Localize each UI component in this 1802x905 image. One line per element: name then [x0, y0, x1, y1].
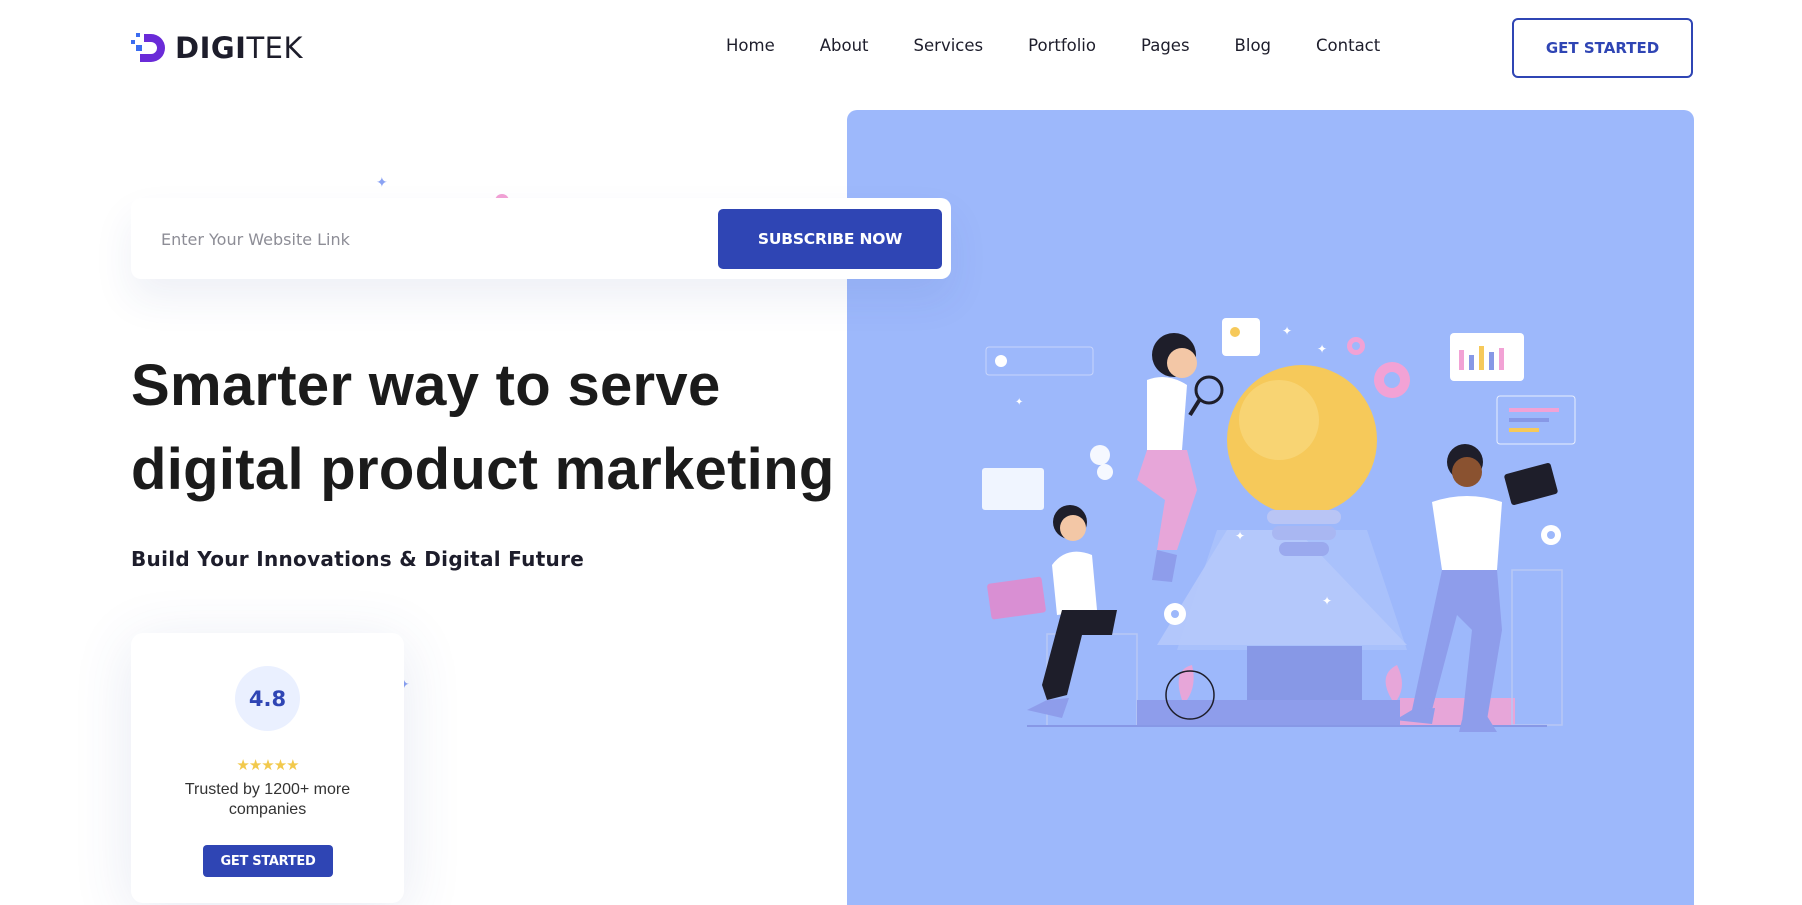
website-link-input[interactable] [161, 224, 681, 254]
nav-home[interactable]: Home [726, 36, 775, 55]
main-nav: Home About Services Portfolio Pages Blog… [726, 36, 1425, 55]
nav-portfolio[interactable]: Portfolio [1028, 36, 1096, 55]
logo-icon [131, 33, 165, 62]
svg-text:✦: ✦ [1015, 397, 1023, 408]
subscribe-now-button[interactable]: SUBSCRIBE NOW [718, 209, 942, 269]
rating-value: 4.8 [235, 666, 300, 731]
svg-text:✦: ✦ [1282, 324, 1292, 338]
brand-logo[interactable]: DIGITEK [131, 30, 303, 66]
nav-services[interactable]: Services [914, 36, 984, 55]
subscribe-box: SUBSCRIBE NOW [131, 198, 951, 279]
svg-text:✦: ✦ [1322, 594, 1332, 608]
get-started-header-button[interactable]: GET STARTED [1512, 18, 1693, 78]
nav-blog[interactable]: Blog [1235, 36, 1271, 55]
trusted-text: Trusted by 1200+ more companies [184, 781, 351, 818]
get-started-card-button[interactable]: GET STARTED [203, 845, 333, 877]
brand-name: DIGITEK [175, 31, 304, 65]
sparkle-icon: ✦ [376, 174, 388, 190]
rating-card: 4.8 ★★★★★ Trusted by 1200+ more companie… [131, 633, 404, 903]
hero-subheadline: Build Your Innovations & Digital Future [131, 547, 585, 571]
site-header: DIGITEK Home About Services Portfolio Pa… [0, 0, 1802, 95]
hero-headline: Smarter way to serve digital product mar… [131, 353, 835, 502]
hero-illustration: ✦ ✦ ✦ ✦ ✦ [982, 318, 1576, 732]
nav-pages[interactable]: Pages [1141, 36, 1190, 55]
hero-illustration-panel: ✦ ✦ ✦ ✦ ✦ [847, 110, 1694, 905]
nav-about[interactable]: About [820, 36, 869, 55]
svg-text:✦: ✦ [1317, 342, 1327, 356]
nav-contact[interactable]: Contact [1316, 36, 1380, 55]
star-rating-icon: ★★★★★ [236, 757, 299, 774]
svg-text:✦: ✦ [1235, 529, 1245, 543]
